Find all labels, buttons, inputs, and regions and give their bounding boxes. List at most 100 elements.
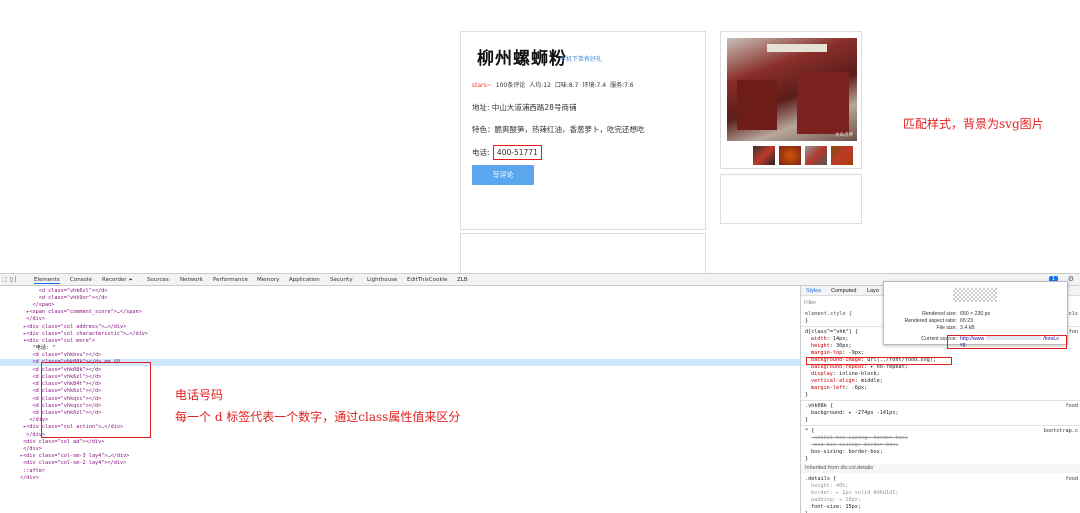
secondary-photo-card <box>720 174 862 224</box>
photo-ceiling-light <box>767 44 827 52</box>
rule-source-link[interactable]: bootstrap.c <box>1044 428 1078 435</box>
prop-value: 14px; <box>832 336 849 342</box>
phone-label: 电话: <box>472 148 490 157</box>
prop-name: height <box>811 343 830 349</box>
tab-sources[interactable]: Sources <box>147 277 169 283</box>
review-count[interactable]: 100条评论 <box>496 82 525 89</box>
tooltip-value: 3.4 kB <box>960 325 975 331</box>
rule-close: } <box>805 392 809 398</box>
rule-source-link[interactable]: food <box>1066 403 1079 410</box>
css-prop-margin-top[interactable]: margin-top: -9px; <box>811 350 864 357</box>
css-prop-display[interactable]: display: inline-block; <box>811 371 880 378</box>
tab-elements[interactable]: Elements <box>34 277 60 284</box>
prop-name: vertical-align <box>811 378 855 384</box>
svg-preview-image <box>953 288 997 302</box>
tab-memory[interactable]: Memory <box>257 277 279 283</box>
write-review-button[interactable]: 写评论 <box>472 165 534 185</box>
selector-vhk08k[interactable]: .vhk08k { <box>805 403 833 410</box>
css-prop-overridden[interactable]: -moz-box-sizing: border-box; <box>811 442 898 449</box>
tab-computed[interactable]: Computed <box>831 288 856 295</box>
tab-zlb[interactable]: ZLB <box>457 277 468 283</box>
phone-digits-highlight-box <box>41 362 151 438</box>
prop-name: margin-left <box>811 385 846 391</box>
shop-feature: 特色：脆爽酸笋，热辣红油，香葱萝卜，吃完还想吃 <box>472 125 645 134</box>
tab-console[interactable]: Console <box>70 277 92 283</box>
tooltip-value: 65:23 <box>960 318 973 324</box>
photo-watermark: 大众点评 <box>835 133 853 138</box>
tooltip-label: File size: <box>936 325 957 331</box>
background-image-highlight-box <box>806 357 952 365</box>
rule-source-link[interactable]: fon <box>1069 329 1078 336</box>
inspect-icon[interactable]: ⬚ ▯ | <box>2 276 17 283</box>
tab-styles[interactable]: Styles <box>806 288 821 295</box>
selector-vhk[interactable]: d[class^="vhk"] { <box>805 329 858 336</box>
annotation-phone-desc: 每一个 d 标签代表一个数字，通过class属性值来区分 <box>175 410 461 424</box>
css-prop-font-size[interactable]: font-size: 15px; <box>811 504 861 511</box>
css-prop-overridden[interactable]: -webkit-box-sizing: border-box; <box>811 435 908 442</box>
element-style-rule[interactable]: element.style { <box>805 311 852 318</box>
rule-close: } <box>805 417 809 423</box>
avg-price: 人均:12 <box>529 82 551 89</box>
shop-main-photo[interactable]: 大众点评 <box>727 38 857 141</box>
photo-thumbnails <box>753 146 853 165</box>
rule-separator <box>801 425 1080 426</box>
css-prop-background[interactable]: background: ▸ -274px -141px; <box>811 410 898 417</box>
shop-info-card: 柳州螺蛳粉 手机下单有好礼 stars~ 100条评论 人均:12 口味:8.7 环境:… <box>460 31 706 230</box>
image-preview-tooltip: Rendered size: 650 × 230 px Rendered asp… <box>883 281 1068 349</box>
dom-node[interactable]: </div> <box>20 475 39 482</box>
prop-value: -6px; <box>851 385 868 391</box>
rule-close: } <box>805 456 809 462</box>
css-prop-margin-left[interactable]: margin-left: -6px; <box>811 385 867 392</box>
photo-shelf-right <box>797 72 849 134</box>
thumbnail[interactable] <box>805 146 827 165</box>
shop-photo-card: 大众点评 <box>720 31 862 169</box>
gear-icon[interactable]: ⚙ <box>1068 275 1074 283</box>
taste-score: 口味:8.7 <box>554 82 579 89</box>
shop-title: 柳州螺蛳粉 <box>477 49 567 69</box>
tooltip-label: Rendered aspect ratio: <box>904 318 957 324</box>
selector-universal[interactable]: * { <box>805 428 814 435</box>
source-url-highlight-box <box>947 335 1067 349</box>
styles-filter-input[interactable]: Filter <box>804 300 816 307</box>
prop-name: display <box>811 371 833 377</box>
tab-application[interactable]: Application <box>289 277 320 283</box>
cls-toggle[interactable]: cls <box>1069 311 1078 318</box>
tab-network[interactable]: Network <box>180 277 203 283</box>
annotation-style: 匹配样式，背景为svg图片 <box>903 117 1044 131</box>
css-prop-vertical-align[interactable]: vertical-align: middle; <box>811 378 883 385</box>
tab-lighthouse[interactable]: Lighthouse <box>367 277 397 283</box>
page: 柳州螺蛳粉 手机下单有好礼 stars~ 100条评论 人均:12 口味:8.7 环境:… <box>0 0 1080 513</box>
shop-stats: stars~ 100条评论 人均:12 口味:8.7 环境:7.4 服务:7.6 <box>472 80 638 89</box>
stars-rating: stars~ <box>472 82 492 89</box>
service-score: 服务:7.6 <box>610 82 634 89</box>
thumbnail[interactable] <box>779 146 801 165</box>
photo-shelf-left <box>737 80 777 130</box>
dom-node[interactable]: </div> <box>20 316 45 323</box>
prop-value: inline-block; <box>839 371 880 377</box>
css-prop-width[interactable]: width: 14px; <box>811 336 849 343</box>
tab-security[interactable]: Security <box>330 277 353 283</box>
css-prop-background-repeat[interactable]: background-repeat: ▸ no-repeat; <box>811 364 908 371</box>
thumbnail[interactable] <box>753 146 775 165</box>
shop-address: 地址: 中山大道浦西路28号商铺 <box>472 103 577 112</box>
prop-name: margin-top <box>811 350 843 356</box>
tab-editthiscookie[interactable]: EditThisCookie <box>407 277 448 283</box>
tooltip-label: Rendered size: <box>922 311 957 317</box>
css-prop-inherited[interactable]: border: ▸ 1px solid #d6d1d1; <box>811 490 898 497</box>
prop-value: -9px; <box>848 350 865 356</box>
css-prop-inherited[interactable]: height: 40%; <box>811 483 848 490</box>
rule-separator <box>801 400 1080 401</box>
css-prop-inherited[interactable]: padding: ▸ 20px; <box>811 497 861 504</box>
tab-layout[interactable]: Layo <box>867 288 879 295</box>
tab-performance[interactable]: Performance <box>213 277 248 283</box>
css-prop-height[interactable]: height: 30px; <box>811 343 852 350</box>
mobile-order-link[interactable]: 手机下单有好礼 <box>560 54 602 63</box>
tab-recorder[interactable]: Recorder ⏶ <box>102 277 133 284</box>
dom-node[interactable]: <div class="col-sm-2 lay4"></div> <box>20 460 126 467</box>
rule-source-link[interactable]: food <box>1066 476 1079 483</box>
css-prop-box-sizing[interactable]: box-sizing: border-box; <box>811 449 883 456</box>
secondary-card <box>460 233 706 273</box>
phone-number: 400-51771 <box>492 145 542 160</box>
selector-details[interactable]: .details { <box>805 476 836 483</box>
thumbnail[interactable] <box>831 146 853 165</box>
